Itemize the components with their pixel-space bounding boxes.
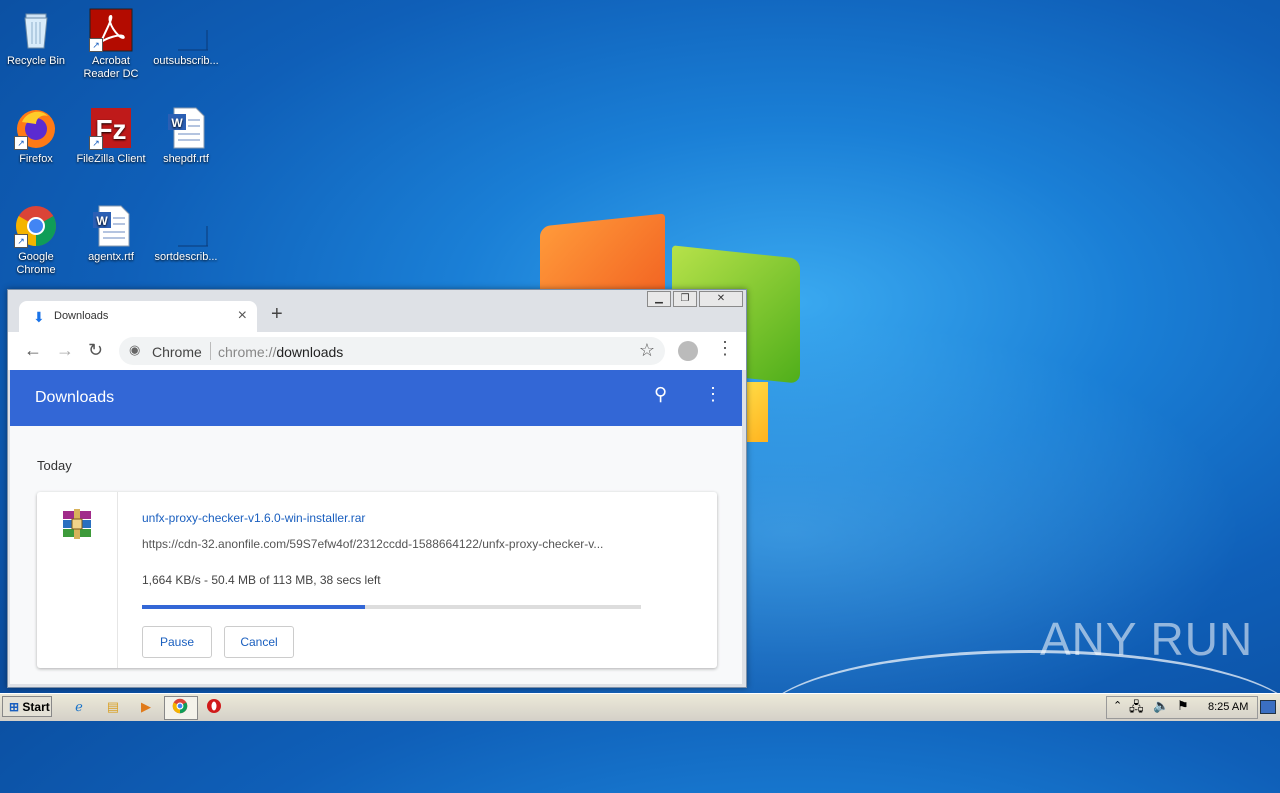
- shortcut-arrow-icon: ↗: [14, 234, 28, 248]
- desktop-icon-label: Acrobat Reader DC: [83, 55, 139, 80]
- word-document-icon: W: [164, 106, 208, 150]
- bookmark-star-icon[interactable]: ☆: [639, 340, 655, 361]
- download-progress-fill: [142, 605, 365, 609]
- url-scheme: chrome://: [218, 344, 277, 360]
- file-explorer-icon[interactable]: ▤: [104, 698, 122, 716]
- page-title: Downloads: [35, 389, 115, 406]
- recycle-bin-icon: [14, 8, 58, 52]
- desktop-icon-label: Google Chrome: [16, 251, 56, 276]
- download-source-url: https://cdn-32.anonfile.com/59S7efw4of/2…: [142, 537, 604, 551]
- desktop-icon-chrome[interactable]: ↗ Google Chrome: [0, 204, 72, 277]
- desktop-icon-label: agentx.rtf: [88, 251, 134, 263]
- opera-icon[interactable]: [205, 698, 223, 716]
- action-center-flag-icon[interactable]: ⚑: [1177, 698, 1189, 714]
- chrome-page-icon: ◉: [129, 342, 141, 357]
- browser-menu-icon[interactable]: ⋮: [716, 338, 734, 359]
- chrome-taskbar-icon: [171, 698, 189, 716]
- desktop-icon-agentx[interactable]: W agentx.rtf: [75, 204, 147, 264]
- chrome-window: ▁ ❐ ✕ ⬇ Downloads × + ← → ↻ ◉ Chrome chr…: [7, 289, 747, 688]
- show-desktop-icon[interactable]: [1260, 700, 1276, 714]
- new-tab-button[interactable]: +: [271, 303, 283, 326]
- omnibox-url[interactable]: chrome://downloads: [218, 344, 343, 360]
- forward-arrow-icon[interactable]: →: [56, 340, 74, 361]
- shortcut-arrow-icon: ↗: [89, 38, 103, 52]
- desktop-icon-label: outsubscrib...: [153, 55, 219, 67]
- reload-icon[interactable]: ↻: [88, 340, 103, 361]
- acrobat-icon: ↗: [89, 8, 133, 52]
- winrar-archive-icon: [61, 509, 93, 539]
- window-controls: ▁ ❐ ✕: [645, 291, 743, 307]
- internet-explorer-icon[interactable]: ℯ: [70, 698, 88, 716]
- svg-text:W: W: [96, 214, 108, 228]
- blank-file-icon: [164, 204, 208, 248]
- tab-downloads[interactable]: ⬇ Downloads ×: [19, 301, 257, 333]
- start-button[interactable]: ⊞ Start: [2, 696, 52, 717]
- taskbar-clock[interactable]: 8:25 AM: [1208, 701, 1248, 713]
- filezilla-icon: Fz ↗: [89, 106, 133, 150]
- svg-text:W: W: [171, 116, 183, 130]
- desktop-icon-label: FileZilla Client: [76, 153, 146, 165]
- close-window-button[interactable]: ✕: [699, 291, 743, 307]
- show-hidden-icons-icon[interactable]: ⌃: [1113, 699, 1122, 712]
- download-icon: ⬇: [33, 309, 45, 325]
- windows-logo-icon: ⊞: [9, 700, 20, 714]
- url-path: downloads: [276, 344, 344, 360]
- download-progress-bar: [142, 605, 641, 609]
- desktop-icon-sortdescrib[interactable]: sortdescrib...: [150, 204, 222, 264]
- desktop-icon-outsubscrib[interactable]: outsubscrib...: [150, 8, 222, 68]
- card-divider: [117, 492, 118, 668]
- more-options-icon[interactable]: ⋮: [704, 384, 722, 405]
- profile-avatar-icon[interactable]: [678, 341, 698, 361]
- download-item: unfx-proxy-checker-v1.6.0-win-installer.…: [37, 492, 717, 668]
- media-player-icon[interactable]: ▶: [137, 698, 155, 716]
- downloads-header: Downloads ⚲ ⋮: [10, 370, 742, 426]
- wallpaper-arc: [760, 650, 1280, 793]
- blank-file-icon: [164, 8, 208, 52]
- desktop-icon-shepdf[interactable]: W shepdf.rtf: [150, 106, 222, 166]
- desktop-icon-acrobat[interactable]: ↗ Acrobat Reader DC: [75, 8, 147, 81]
- desktop-icon-filezilla[interactable]: Fz ↗ FileZilla Client: [75, 106, 147, 166]
- search-icon[interactable]: ⚲: [654, 384, 667, 405]
- omnibox-divider: [210, 342, 211, 360]
- taskbar: ⊞ Start ℯ ▤ ▶ ⌃ 🖧 🔈 ⚑ 8:25 AM: [0, 693, 1280, 721]
- tab-close-icon[interactable]: ×: [238, 307, 247, 325]
- omnibox[interactable]: ◉ Chrome chrome://downloads ☆: [119, 337, 665, 365]
- desktop-icon-label: Firefox: [19, 153, 53, 165]
- download-status: 1,664 KB/s - 50.4 MB of 113 MB, 38 secs …: [142, 573, 381, 587]
- desktop-icon-firefox[interactable]: ↗ Firefox: [0, 106, 72, 166]
- restore-button[interactable]: ❐: [673, 291, 697, 307]
- downloads-content: Today unfx-proxy-checker-v1.6.0-win-inst…: [10, 426, 742, 684]
- desktop-icon-label: Recycle Bin: [6, 55, 66, 67]
- desktop-icon-recycle-bin[interactable]: Recycle Bin: [0, 8, 72, 68]
- tab-title: Downloads: [54, 310, 109, 322]
- shortcut-arrow-icon: ↗: [89, 136, 103, 150]
- desktop-icon-label: shepdf.rtf: [163, 153, 209, 165]
- pause-button[interactable]: Pause: [142, 626, 212, 658]
- volume-icon[interactable]: 🔈: [1153, 698, 1169, 714]
- browser-toolbar: ← → ↻ ◉ Chrome chrome://downloads ☆ ⋮: [8, 332, 746, 370]
- back-arrow-icon[interactable]: ←: [24, 340, 42, 361]
- anyrun-watermark: ANY RUN: [1040, 613, 1254, 665]
- minimize-button[interactable]: ▁: [647, 291, 671, 307]
- cancel-button[interactable]: Cancel: [224, 626, 294, 658]
- shortcut-arrow-icon: ↗: [14, 136, 28, 150]
- omnibox-label: Chrome: [152, 344, 202, 360]
- section-date-label: Today: [37, 458, 72, 473]
- download-filename-link[interactable]: unfx-proxy-checker-v1.6.0-win-installer.…: [142, 511, 365, 525]
- desktop-icon-label: sortdescrib...: [154, 251, 218, 263]
- firefox-icon: ↗: [14, 106, 58, 150]
- word-document-icon: W: [89, 204, 133, 248]
- network-icon[interactable]: 🖧: [1129, 698, 1144, 720]
- chrome-icon: ↗: [14, 204, 58, 248]
- start-label: Start: [22, 700, 50, 714]
